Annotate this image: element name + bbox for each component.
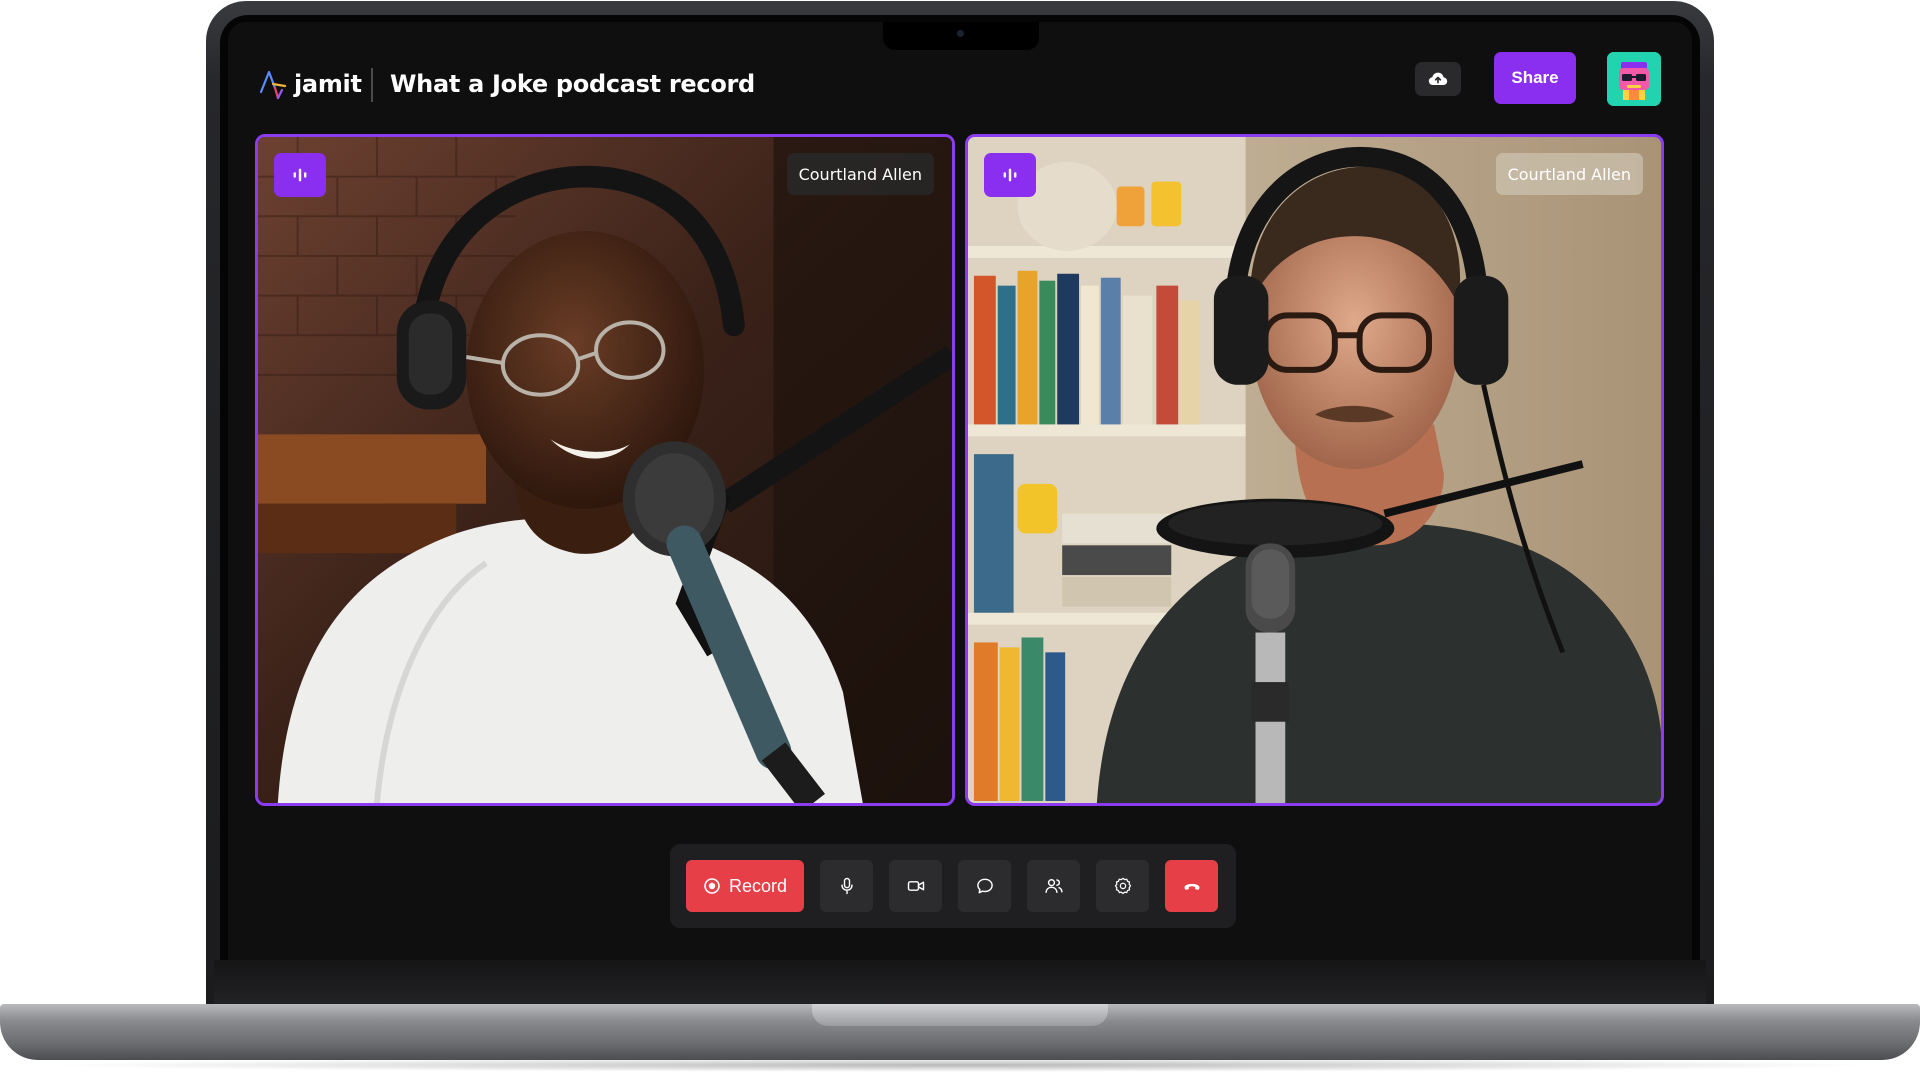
chat-button[interactable] — [958, 860, 1011, 912]
share-button[interactable]: Share — [1494, 52, 1576, 104]
brand-name: jamit — [294, 70, 362, 98]
call-control-bar: Record — [670, 844, 1236, 928]
settings-button[interactable] — [1096, 860, 1149, 912]
header-divider — [371, 68, 373, 102]
app-screen: jamit What a Joke podcast record Share C… — [228, 22, 1692, 960]
speaking-indicator — [274, 153, 326, 197]
camera-notch — [883, 22, 1039, 50]
laptop-bezel-chin — [214, 960, 1706, 1006]
microphone-icon — [840, 877, 853, 895]
participant-name-tag: Courtland Allen — [1495, 153, 1643, 195]
laptop-shadow — [40, 1058, 1880, 1072]
speaking-indicator — [984, 153, 1036, 197]
participant-video-feed — [968, 137, 1661, 803]
cloud-upload-icon — [1428, 72, 1448, 85]
audio-wave-icon — [293, 168, 307, 182]
participant-video-tile[interactable]: Courtland Allen — [255, 134, 955, 806]
webcam-lens — [957, 30, 964, 37]
settings-gear-icon — [1114, 877, 1131, 895]
record-icon — [704, 878, 720, 894]
participant-name-tag: Courtland Allen — [786, 153, 934, 195]
participant-video-tile[interactable]: Courtland Allen — [965, 134, 1664, 806]
avatar-character-icon — [1607, 52, 1661, 106]
hang-up-button[interactable] — [1165, 860, 1218, 912]
record-label: Record — [728, 875, 788, 896]
session-title: What a Joke podcast record — [390, 70, 755, 98]
cloud-upload-button[interactable] — [1415, 62, 1461, 96]
brand-logo[interactable]: jamit — [258, 68, 362, 100]
audio-wave-icon — [1003, 168, 1017, 182]
microphone-button[interactable] — [820, 860, 873, 912]
participant-video-feed — [258, 137, 952, 803]
jamit-logo-icon — [259, 70, 287, 100]
camera-button[interactable] — [889, 860, 942, 912]
record-button[interactable]: Record — [686, 860, 804, 912]
hang-up-icon — [1184, 883, 1199, 890]
user-avatar[interactable] — [1607, 52, 1661, 106]
participants-icon — [1044, 879, 1063, 893]
video-camera-icon — [907, 881, 924, 891]
participants-button[interactable] — [1027, 860, 1080, 912]
laptop-opening-groove — [812, 1004, 1108, 1026]
chat-bubble-icon — [976, 878, 993, 894]
